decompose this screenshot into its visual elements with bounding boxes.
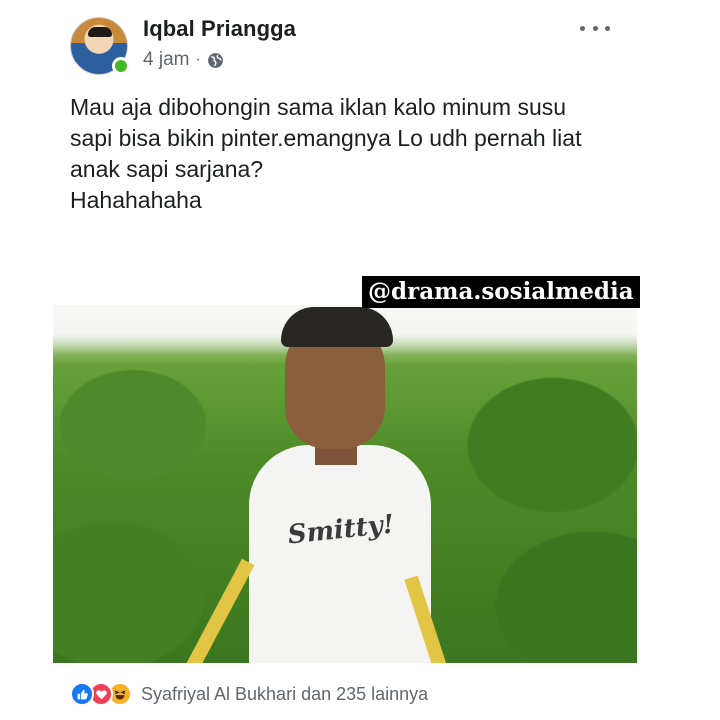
reactions-label[interactable]: Syafriyal Al Bukhari dan 235 lainnya: [141, 684, 428, 705]
post-photo[interactable]: Smitty!: [53, 305, 637, 663]
post-time[interactable]: 4 jam: [143, 49, 189, 71]
reactions-summary[interactable]: Syafriyal Al Bukhari dan 235 lainnya: [70, 682, 428, 706]
like-icon[interactable]: [70, 682, 94, 706]
photo-rail-left: [185, 558, 255, 663]
more-dot: [605, 25, 610, 31]
author-name[interactable]: Iqbal Priangga: [143, 16, 296, 42]
globe-icon[interactable]: [207, 52, 224, 69]
meta-separator: ·: [195, 51, 201, 68]
watermark-label: @drama.sosialmedia: [362, 276, 640, 308]
post-text-line: sapi bisa bikin pinter.emangnya Lo udh p…: [70, 125, 582, 151]
avatar-hair: [88, 27, 112, 37]
photo-person-cap: [281, 307, 393, 347]
online-status-indicator: [112, 57, 130, 75]
more-dot: [592, 25, 598, 31]
more-options-icon[interactable]: [580, 18, 610, 38]
post-text-line: anak sapi sarjana?: [70, 156, 264, 182]
photo-person-shirt: [249, 445, 431, 663]
post-text: Mau aja dibohongin sama iklan kalo minum…: [70, 92, 630, 216]
post-text-line: Hahahahaha: [70, 187, 202, 213]
post-meta: 4 jam ·: [143, 49, 224, 71]
facebook-post: Iqbal Priangga 4 jam · Mau aja dibohongi…: [0, 0, 720, 720]
more-dot: [580, 25, 585, 31]
post-text-line: Mau aja dibohongin sama iklan kalo minum…: [70, 94, 567, 120]
